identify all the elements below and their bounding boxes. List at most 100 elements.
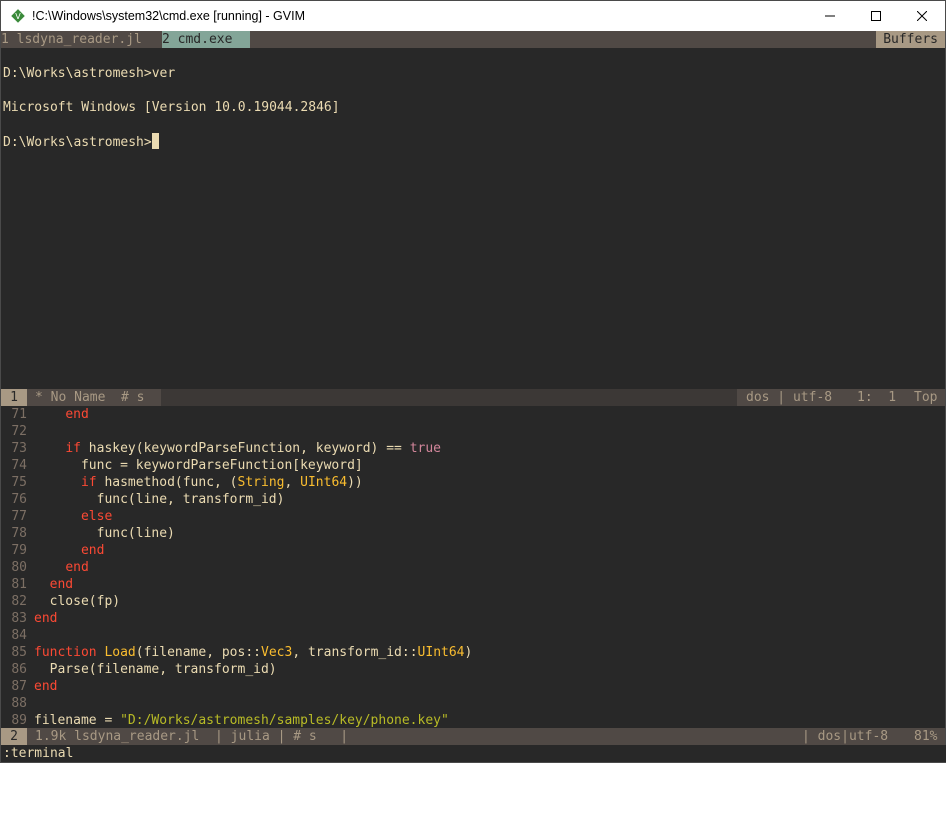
terminal-prompt: D:\Works\astromesh> (3, 135, 152, 150)
close-button[interactable] (899, 1, 945, 31)
line-number: 71 (11, 407, 27, 422)
code-token: haskey(keywordParseFunction, keyword) == (80, 441, 410, 456)
line-number: 81 (11, 577, 27, 592)
code-token: if (80, 475, 97, 490)
code-token: ) (464, 645, 473, 660)
code-line: 73 if haskey(keywordParseFunction, keywo… (1, 440, 441, 457)
line-number: 77 (11, 509, 27, 524)
code-token: end (34, 679, 58, 694)
window-number: 2 (1, 728, 27, 745)
command-line[interactable]: :terminal (1, 745, 946, 762)
code-token: UInt64 (300, 475, 348, 490)
gvim-logo-icon: V (10, 8, 26, 24)
file-format: dos | utf-8 (746, 390, 833, 405)
code-token: function (34, 645, 97, 660)
code-token: true (409, 441, 442, 456)
code-line: 76 func(line, transform_id) (1, 491, 284, 508)
code-line: 72 (1, 423, 34, 440)
minimize-button[interactable] (807, 1, 853, 31)
code-line: 75 if hasmethod(func, (String, UInt64)) (1, 474, 363, 491)
line-number: 80 (11, 560, 27, 575)
code-token: Parse(filename, transform_id) (34, 662, 277, 677)
line-number: 87 (11, 679, 27, 694)
terminal-line: Microsoft Windows [Version 10.0.19044.28… (3, 100, 340, 115)
code-line: 83 end (1, 610, 57, 627)
file-format: | dos|utf-8 (802, 729, 889, 744)
code-token: else (80, 509, 113, 524)
line-number: 74 (11, 458, 27, 473)
cursor-position: 1: 1 (857, 390, 897, 405)
minimize-icon (825, 15, 835, 17)
file-info: 1.9k lsdyna_reader.jl | julia | # s | (35, 729, 349, 744)
code-token: end (49, 577, 74, 592)
line-number: 84 (11, 628, 27, 643)
code-line: 84 (1, 627, 34, 644)
line-number: 85 (11, 645, 27, 660)
code-line: 81 end (1, 576, 73, 593)
line-number: 83 (11, 611, 27, 626)
code-line: 80 end (1, 559, 89, 576)
line-number: 79 (11, 543, 27, 558)
scroll-percent: 81% (914, 729, 938, 744)
scroll-position: Top (914, 390, 938, 405)
code-token: Vec3 (261, 645, 293, 660)
code-token: close(fp) (34, 594, 121, 609)
code-line: 71 end (1, 406, 88, 423)
tabline: 1 lsdyna_reader.jl 2 cmd.exe Buffers (1, 31, 945, 48)
line-number: 82 (11, 594, 27, 609)
editor-pane[interactable]: 71 end 72 73 if haskey(keywordParseFunctio… (1, 406, 945, 728)
code-token: "D:/Works/astromesh/samples/key/phone.ke… (120, 713, 449, 728)
code-token: filename = (34, 713, 121, 728)
code-line: 89 filename = "D:/Works/astromesh/samples… (1, 712, 449, 729)
window-number: 1 (1, 389, 27, 406)
line-number: 72 (11, 424, 27, 439)
tab-lsdyna-reader[interactable]: 1 lsdyna_reader.jl (1, 31, 161, 48)
tab-cmd-exe[interactable]: 2 cmd.exe (162, 31, 250, 48)
window-title: !C:\Windows\system32\cmd.exe [running] -… (32, 9, 306, 23)
line-number: 88 (11, 696, 27, 711)
close-icon (917, 11, 927, 21)
code-line: 79 end (1, 542, 104, 559)
code-token: func = keywordParseFunction[keyword] (34, 458, 363, 473)
line-number: 73 (11, 441, 27, 456)
code-line: 87 end (1, 678, 57, 695)
code-token: , (284, 475, 301, 490)
terminal-pane[interactable]: D:\Works\astromesh>ver Microsoft Windows… (1, 48, 945, 389)
status-fill (161, 389, 737, 406)
title-bar[interactable]: V !C:\Windows\system32\cmd.exe [running]… (1, 1, 945, 31)
line-number: 78 (11, 526, 27, 541)
maximize-icon (871, 11, 881, 21)
code-token: func(line) (34, 526, 175, 541)
terminal-status-line: 1 * No Name # s dos | utf-8 1: 1 Top (1, 389, 945, 406)
code-line: 78 func(line) (1, 525, 175, 542)
code-token: )) (347, 475, 363, 490)
maximize-button[interactable] (853, 1, 899, 31)
terminal-cursor (151, 133, 159, 149)
code-token: end (80, 543, 105, 558)
terminal-prompt-line: D:\Works\astromesh> (3, 133, 159, 150)
code-token: String (237, 475, 285, 490)
code-line: 85 function Load(filename, pos::Vec3, tra… (1, 644, 472, 661)
code-line: 88 (1, 695, 34, 712)
line-number: 86 (11, 662, 27, 677)
code-token: end (65, 560, 89, 575)
buffer-name: * No Name (35, 390, 106, 405)
code-line: 74 func = keywordParseFunction[keyword] (1, 457, 363, 474)
code-token: , transform_id:: (292, 645, 418, 660)
code-line: 77 else (1, 508, 112, 525)
code-token: func(line, transform_id) (34, 492, 285, 507)
terminal-line: D:\Works\astromesh>ver (3, 66, 176, 81)
buffers-label[interactable]: Buffers (876, 31, 945, 48)
code-token: Load (104, 645, 136, 660)
line-number: 89 (11, 713, 27, 728)
code-line: 86 Parse(filename, transform_id) (1, 661, 277, 678)
line-number: 76 (11, 492, 27, 507)
code-token: UInt64 (417, 645, 465, 660)
